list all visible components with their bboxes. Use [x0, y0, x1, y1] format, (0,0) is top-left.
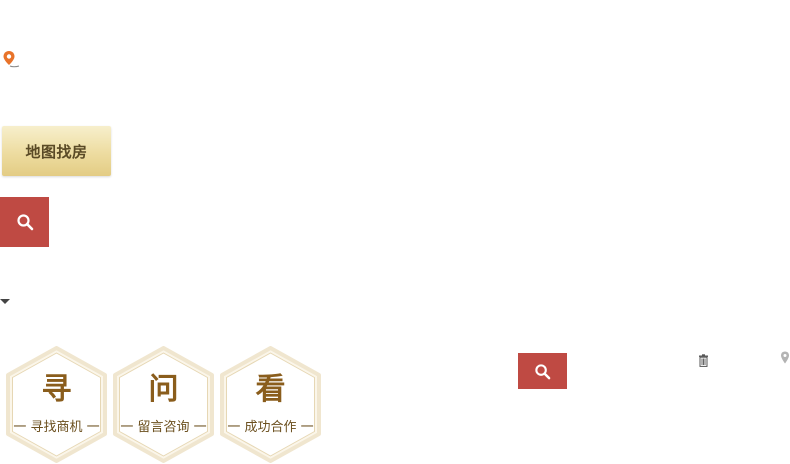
search-button[interactable]: [0, 197, 49, 247]
search-icon: [535, 363, 551, 379]
location-pin-icon[interactable]: [1, 50, 23, 72]
map-search-button[interactable]: 地图找房: [2, 126, 111, 176]
card-label: 一 留言咨询 一: [120, 420, 207, 435]
map-search-label: 地图找房: [25, 142, 88, 161]
search-submit-button[interactable]: [518, 353, 567, 389]
caret-down-icon[interactable]: [0, 299, 10, 304]
card-label: 一 成功合作 一: [227, 420, 314, 435]
trash-icon[interactable]: [697, 352, 710, 367]
card-glyph: 问: [148, 372, 179, 407]
search-icon: [16, 214, 33, 231]
card-label: 一 寻找商机 一: [13, 420, 100, 435]
leave-message-card[interactable]: 问 一 留言咨询 一: [111, 346, 216, 463]
card-glyph: 看: [255, 372, 286, 407]
card-glyph: 寻: [41, 372, 72, 407]
map-pin-icon[interactable]: [780, 350, 790, 364]
cooperation-card[interactable]: 看 一 成功合作 一: [218, 346, 323, 463]
find-business-card[interactable]: 寻 一 寻找商机 一: [4, 346, 109, 463]
